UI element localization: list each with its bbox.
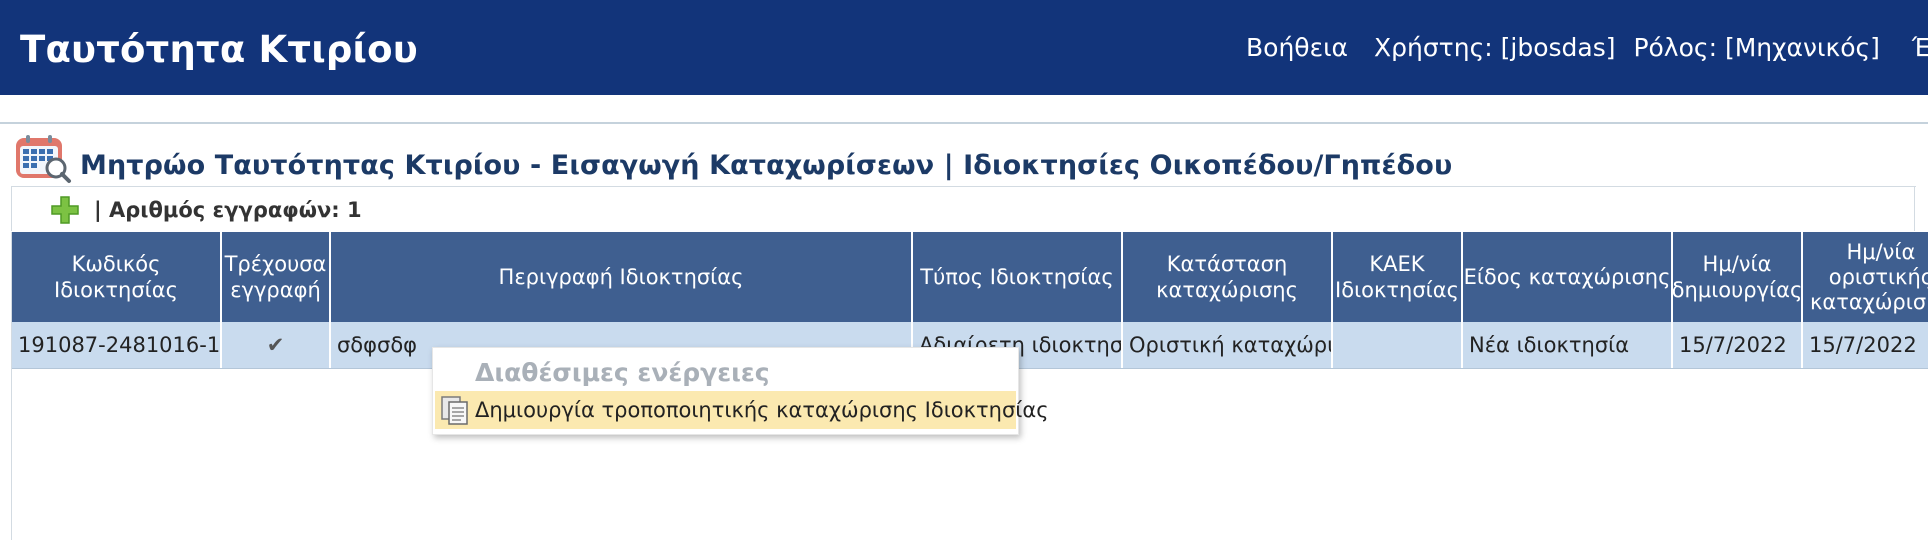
role-label: Ρόλος: [Μηχανικός] <box>1633 33 1880 62</box>
col-header-entry-kind[interactable]: Είδος καταχώρισης <box>1463 232 1673 322</box>
header-divider <box>0 122 1928 124</box>
col-header-description[interactable]: Περιγραφή Ιδιοκτησίας <box>331 232 913 322</box>
menu-item-label: Δημιουργία τροποποιητικής καταχώρισης Ιδ… <box>475 398 1049 422</box>
user-nav: Βοήθεια Χρήστης: [jbosdas] Ρόλος: [Μηχαν… <box>1246 33 1928 62</box>
context-menu: Διαθέσιμες ενέργειες Δημιουργία τροποποι… <box>432 347 1049 435</box>
cell-finalized: 15/7/2022 <box>1803 322 1928 368</box>
col-header-code[interactable]: Κωδικός Ιδιοκτησίας <box>12 232 222 322</box>
toolbar-divider <box>1914 187 1915 231</box>
col-header-current[interactable]: Τρέχουσα εγγραφή <box>222 232 331 322</box>
col-header-created[interactable]: Ημ/νία δημιουργίας <box>1673 232 1803 322</box>
user-label: Χρήστης: [jbosdas] <box>1374 33 1616 62</box>
col-header-finalized[interactable]: Ημ/νία οριστικής καταχώρισης <box>1803 232 1928 322</box>
check-icon: ✔ <box>222 322 331 368</box>
context-menu-header: Διαθέσιμες ενέργειες <box>475 358 770 387</box>
calendar-search-icon <box>16 135 71 183</box>
cell-entry-kind: Νέα ιδιοκτησία <box>1463 322 1673 368</box>
cell-kaek <box>1333 322 1463 368</box>
add-icon[interactable] <box>50 195 80 225</box>
cell-code: 191087-2481016-1 <box>12 322 222 368</box>
cell-status: Οριστική καταχώριση <box>1123 322 1333 368</box>
copy-document-icon <box>441 396 468 425</box>
logout-link[interactable]: Έξοδος <box>1912 33 1928 62</box>
app-title: Ταυτότητα Κτιρίου <box>20 28 418 71</box>
col-header-kaek[interactable]: ΚΑΕΚ Ιδιοκτησίας <box>1333 232 1463 322</box>
grid-header: Κωδικός Ιδιοκτησίας Τρέχουσα εγγραφή Περ… <box>12 232 1928 322</box>
col-header-type[interactable]: Τύπος Ιδιοκτησίας <box>913 232 1123 322</box>
menu-item-create-amendment[interactable]: Δημιουργία τροποποιητικής καταχώρισης Ιδ… <box>435 391 1049 429</box>
page-title: Μητρώο Ταυτότητας Κτιρίου - Εισαγωγή Κατ… <box>80 150 1453 181</box>
help-link[interactable]: Βοήθεια <box>1246 33 1348 62</box>
cell-created: 15/7/2022 <box>1673 322 1803 368</box>
top-bar: Ταυτότητα Κτιρίου Βοήθεια Χρήστης: [jbos… <box>0 0 1928 95</box>
col-header-status[interactable]: Κατάσταση καταχώρισης <box>1123 232 1333 322</box>
record-count: | Αριθμός εγγραφών: 1 <box>94 198 362 222</box>
grid-toolbar: | Αριθμός εγγραφών: 1 <box>11 186 1916 231</box>
